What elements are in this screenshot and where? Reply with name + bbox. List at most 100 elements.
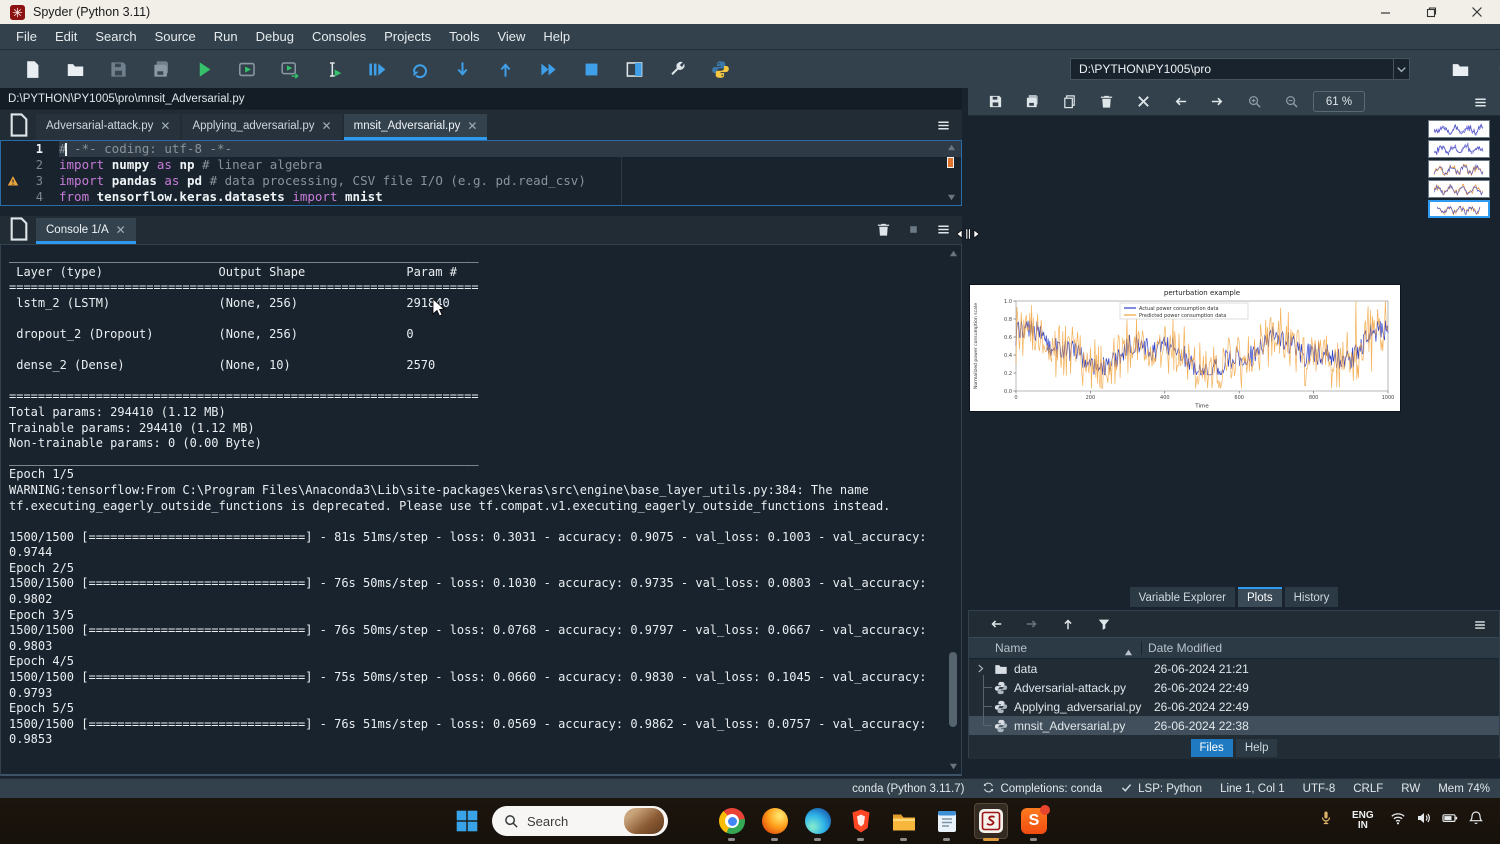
debug-step-button[interactable]: [408, 58, 430, 80]
menu-item-debug[interactable]: Debug: [248, 26, 302, 47]
maximize-button[interactable]: [1408, 0, 1454, 24]
code-editor[interactable]: 1# -*- coding: utf-8 -*-2import numpy as…: [0, 140, 962, 206]
taskbar-explorer-icon[interactable]: [890, 807, 918, 835]
files-back-button[interactable]: [987, 615, 1005, 633]
files-options-menu-button[interactable]: [1471, 616, 1489, 634]
menu-item-view[interactable]: View: [489, 26, 533, 47]
file-row-mnsit_Adversarial.py[interactable]: mnsit_Adversarial.py26-06-2024 22:38: [969, 716, 1499, 735]
editor-tab-Applying_adversarial.py[interactable]: Applying_adversarial.py✕: [182, 114, 341, 140]
menu-item-tools[interactable]: Tools: [441, 26, 487, 47]
pane-tab-variable-explorer[interactable]: Variable Explorer: [1130, 587, 1235, 607]
continue-button[interactable]: [537, 58, 559, 80]
scrollbar-thumb[interactable]: [949, 652, 957, 727]
close-console-icon[interactable]: ✕: [116, 223, 126, 237]
pane-tab-plots[interactable]: Plots: [1238, 587, 1282, 607]
close-tab-icon[interactable]: ✕: [467, 119, 477, 133]
step-out-button[interactable]: [494, 58, 516, 80]
battery-tray-icon[interactable]: [1442, 810, 1458, 826]
run-cell-advance-button[interactable]: [279, 58, 301, 80]
run-cell-button[interactable]: [236, 58, 258, 80]
save-all-button[interactable]: [150, 58, 172, 80]
plot-thumbnail-5[interactable]: [1428, 200, 1490, 218]
browse-tabs-icon[interactable]: [6, 112, 32, 138]
previous-plot-button[interactable]: [1170, 92, 1190, 112]
stop-debug-button[interactable]: [580, 58, 602, 80]
working-directory-combo[interactable]: D:\PYTHON\PY1005\pro: [1070, 58, 1410, 80]
zoom-out-button[interactable]: [1281, 92, 1301, 112]
menu-item-help[interactable]: Help: [535, 26, 578, 47]
new-file-button[interactable]: [21, 58, 43, 80]
preferences-button[interactable]: [666, 58, 688, 80]
console-output-area[interactable]: ________________________________________…: [0, 244, 962, 776]
console-options-menu-button[interactable]: [932, 218, 954, 240]
status-environment[interactable]: conda (Python 3.11.7): [852, 783, 964, 795]
plots-options-menu-button[interactable]: [1470, 92, 1490, 112]
menu-item-file[interactable]: File: [8, 26, 45, 47]
files-forward-button[interactable]: [1023, 615, 1041, 633]
volume-tray-icon[interactable]: [1416, 810, 1432, 826]
taskbar-edge-icon[interactable]: [804, 807, 832, 835]
plot-thumbnail-3[interactable]: [1428, 160, 1490, 178]
wifi-tray-icon[interactable]: [1390, 810, 1406, 826]
editor-tab-mnsit_Adversarial.py[interactable]: mnsit_Adversarial.py✕: [344, 114, 488, 140]
step-into-button[interactable]: [451, 58, 473, 80]
minimize-button[interactable]: [1362, 0, 1408, 24]
taskbar-chrome-icon[interactable]: [718, 807, 746, 835]
plot-thumbnail-4[interactable]: [1428, 180, 1490, 198]
save-button[interactable]: [107, 58, 129, 80]
browse-directory-button[interactable]: [1449, 58, 1471, 80]
remove-all-plots-button[interactable]: [1133, 92, 1153, 112]
save-plot-button[interactable]: [985, 92, 1005, 112]
copy-plot-button[interactable]: [1059, 92, 1079, 112]
next-plot-button[interactable]: [1207, 92, 1227, 112]
remove-plot-button[interactable]: [1096, 92, 1116, 112]
taskbar-firefox-icon[interactable]: [761, 807, 789, 835]
microphone-tray-icon[interactable]: [1318, 810, 1334, 826]
file-row-Adversarial-attack.py[interactable]: Adversarial-attack.py26-06-2024 22:49: [969, 678, 1499, 697]
console-pane-icon[interactable]: [6, 216, 32, 242]
menu-item-search[interactable]: Search: [87, 26, 144, 47]
maximize-pane-button[interactable]: [623, 58, 645, 80]
file-row-Applying_adversarial.py[interactable]: Applying_adversarial.py26-06-2024 22:49: [969, 697, 1499, 716]
bottom-tab-help[interactable]: Help: [1236, 739, 1278, 757]
close-tab-icon[interactable]: ✕: [322, 119, 332, 133]
plot-thumbnail-2[interactable]: [1428, 140, 1490, 158]
files-filter-button[interactable]: [1095, 615, 1113, 633]
menu-item-source[interactable]: Source: [147, 26, 204, 47]
console-scrollbar[interactable]: [947, 247, 960, 773]
save-all-plots-button[interactable]: [1022, 92, 1042, 112]
zoom-in-button[interactable]: [1244, 92, 1264, 112]
run-selection-button[interactable]: [322, 58, 344, 80]
menu-item-edit[interactable]: Edit: [47, 26, 85, 47]
notifications-bell-icon[interactable]: [1468, 810, 1484, 826]
interrupt-kernel-button[interactable]: [902, 218, 924, 240]
console-tab[interactable]: Console 1/A ✕: [36, 218, 136, 244]
taskbar-notepad-icon[interactable]: [933, 807, 961, 835]
menu-item-projects[interactable]: Projects: [376, 26, 439, 47]
menu-item-run[interactable]: Run: [206, 26, 246, 47]
parent-directory-button[interactable]: [1493, 58, 1500, 80]
remove-console-button[interactable]: [872, 218, 894, 240]
search-daily-image[interactable]: [624, 808, 664, 834]
open-file-button[interactable]: [64, 58, 86, 80]
pane-tab-history[interactable]: History: [1285, 587, 1339, 607]
taskbar-s-app-icon[interactable]: S: [1020, 807, 1048, 835]
run-button[interactable]: [193, 58, 215, 80]
plot-figure[interactable]: perturbation example020040060080010000.0…: [970, 285, 1400, 411]
close-tab-icon[interactable]: ✕: [160, 119, 170, 133]
bottom-tab-files[interactable]: Files: [1191, 739, 1233, 757]
editor-options-menu-button[interactable]: [932, 114, 954, 136]
column-header-name[interactable]: Name: [969, 641, 1141, 655]
close-button[interactable]: [1454, 0, 1500, 24]
editor-scrollbar[interactable]: [945, 141, 959, 205]
editor-tab-Adversarial-attack.py[interactable]: Adversarial-attack.py✕: [36, 114, 180, 140]
debug-run-button[interactable]: [365, 58, 387, 80]
taskbar-brave-icon[interactable]: [847, 807, 875, 835]
language-indicator[interactable]: ENGIN: [1352, 811, 1374, 831]
taskbar-spyder-icon[interactable]: [977, 807, 1005, 835]
plot-thumbnail-1[interactable]: [1428, 120, 1490, 138]
python-env-button[interactable]: [709, 58, 731, 80]
files-up-button[interactable]: [1059, 615, 1077, 633]
menu-item-consoles[interactable]: Consoles: [304, 26, 374, 47]
start-button[interactable]: [456, 810, 478, 832]
